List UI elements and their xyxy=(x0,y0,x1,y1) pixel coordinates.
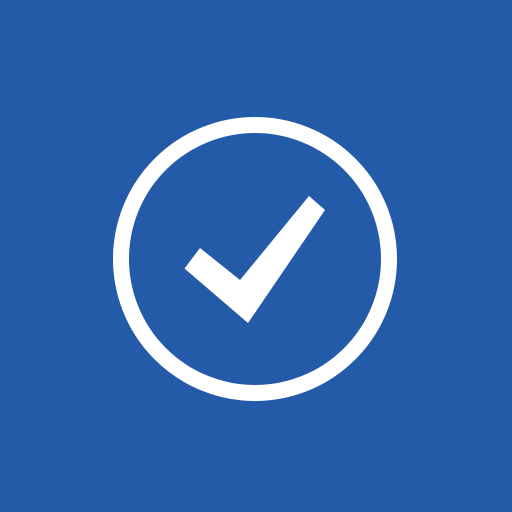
check-icon-tile xyxy=(0,0,512,512)
checkmark-icon xyxy=(184,196,325,323)
check-circle-icon xyxy=(113,117,397,401)
circle-outline xyxy=(113,117,397,401)
